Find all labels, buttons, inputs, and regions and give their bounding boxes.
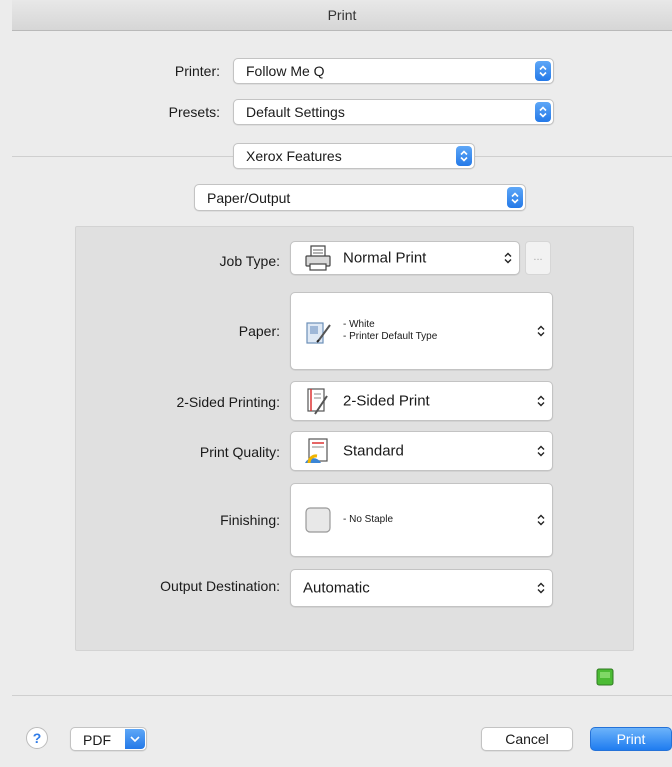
print-quality-value: Standard — [343, 442, 404, 460]
cancel-button[interactable]: Cancel — [481, 727, 573, 751]
printer-label: Printer: — [174, 63, 220, 79]
print-quality-label: Print Quality: — [199, 444, 280, 460]
finishing-popup[interactable]: - No Staple — [290, 483, 553, 557]
output-destination-popup[interactable]: Automatic — [290, 569, 553, 607]
finishing-value: - No Staple — [343, 514, 394, 525]
output-destination-label: Output Destination: — [160, 578, 280, 594]
section-menu-value: Xerox Features — [246, 148, 342, 164]
two-sided-popup[interactable]: 2-Sided Print — [290, 381, 553, 421]
pdf-menu-button[interactable]: PDF — [70, 727, 147, 751]
cancel-label: Cancel — [505, 731, 549, 747]
finishing-label: Finishing: — [220, 512, 280, 528]
finishing-arrow-icon — [536, 512, 546, 528]
printer-popup-arrow-icon — [535, 61, 551, 81]
print-quality-arrow-icon — [536, 443, 546, 459]
sub-menu-value: Paper/Output — [207, 189, 291, 206]
paper-popup[interactable]: - White - Printer Default Type — [290, 292, 553, 370]
sub-menu-popup[interactable]: Paper/Output — [194, 184, 526, 211]
two-sided-label: 2-Sided Printing: — [176, 394, 280, 410]
print-button[interactable]: Print — [590, 727, 672, 751]
output-destination-value: Automatic — [303, 579, 370, 597]
print-label: Print — [616, 731, 646, 747]
sub-menu-arrow-icon — [507, 187, 523, 208]
staple-icon — [303, 505, 333, 535]
quality-icon — [303, 436, 333, 466]
help-button[interactable]: ? — [26, 727, 48, 749]
paper-type: - Printer Default Type — [343, 331, 438, 342]
printer-value: Follow Me Q — [246, 63, 325, 79]
paper-icon — [303, 316, 333, 346]
printer-popup[interactable]: Follow Me Q — [233, 58, 554, 84]
section-menu-popup[interactable]: Xerox Features — [233, 143, 475, 169]
two-sided-arrow-icon — [536, 393, 546, 409]
output-destination-arrow-icon — [536, 580, 546, 596]
window-title: Print — [327, 7, 357, 23]
paper-label: Paper: — [238, 323, 280, 339]
green-status-icon[interactable] — [596, 668, 614, 686]
separator-bottom — [12, 695, 672, 696]
print-quality-popup[interactable]: Standard — [290, 431, 553, 471]
paper-arrow-icon — [536, 323, 546, 339]
paper-color: - White — [343, 319, 375, 330]
presets-popup-arrow-icon — [535, 102, 551, 122]
paper-details: - White - Printer Default Type — [343, 319, 437, 343]
section-menu-arrow-icon — [456, 146, 472, 166]
job-type-popup[interactable]: Normal Print — [290, 241, 520, 275]
two-sided-value: 2-Sided Print — [343, 392, 430, 410]
window-titlebar: Print — [12, 0, 672, 31]
printer-icon — [303, 243, 333, 273]
job-type-more-button[interactable]: ... — [525, 241, 551, 275]
presets-value: Default Settings — [246, 104, 345, 120]
presets-label: Presets: — [168, 104, 220, 120]
job-type-label: Job Type: — [219, 253, 280, 269]
duplex-page-icon — [303, 386, 333, 416]
pdf-chevron-down-icon — [125, 729, 145, 749]
pdf-label: PDF — [83, 732, 111, 748]
job-type-value: Normal Print — [343, 249, 427, 267]
presets-popup[interactable]: Default Settings — [233, 99, 554, 125]
job-type-arrow-icon — [503, 250, 513, 266]
